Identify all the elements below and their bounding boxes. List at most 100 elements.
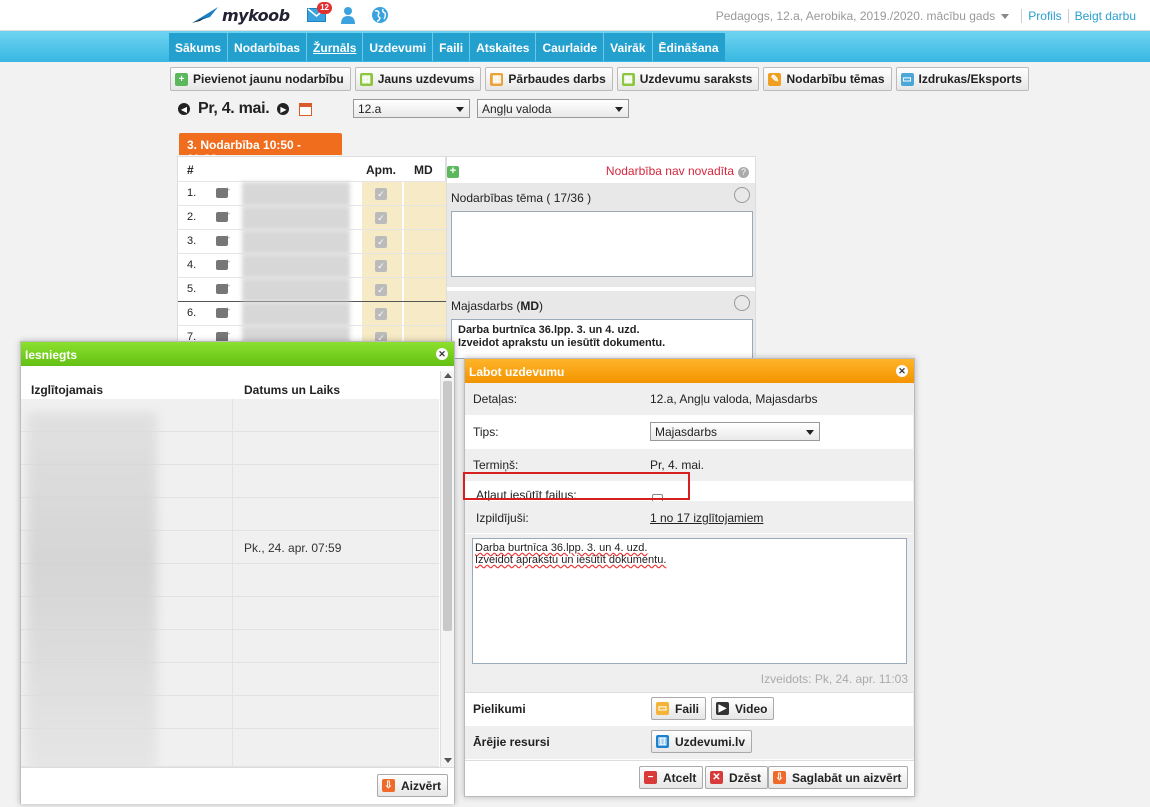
chevron-down-icon bbox=[806, 430, 814, 435]
homework-text: Darba burtnīca 36.lpp. 3. un 4. uzd. Izv… bbox=[458, 324, 666, 349]
uzdevumi-lv-button[interactable]: ▥ Uzdevumi.lv bbox=[651, 730, 753, 753]
video-button[interactable]: ▶ Video bbox=[711, 697, 775, 720]
chevron-down-icon[interactable] bbox=[1001, 13, 1010, 19]
context-selector[interactable]: Pedagogs, 12.a, Aerobika, 2019./2020. mā… bbox=[716, 9, 996, 23]
close-button[interactable]: ⇩ Aizvērt bbox=[376, 774, 448, 797]
row-number: 5. bbox=[187, 283, 197, 295]
scrollbar[interactable] bbox=[440, 371, 454, 767]
external-label: Ārējie resursi bbox=[473, 735, 550, 749]
logout-link[interactable]: Beigt darbu bbox=[1075, 9, 1136, 23]
homework-cell[interactable] bbox=[404, 206, 446, 230]
col-apm: Apm. bbox=[366, 163, 396, 177]
row-number: 3. bbox=[187, 235, 197, 247]
chevron-down-icon bbox=[456, 107, 464, 112]
nav-item-vairak[interactable]: Vairāk bbox=[604, 33, 653, 61]
user-button[interactable] bbox=[338, 5, 358, 25]
table-row: 1. + ✓ bbox=[178, 181, 446, 206]
save-close-button[interactable]: ⇩ Saglabāt un aizvērt bbox=[768, 766, 909, 789]
globe-button[interactable] bbox=[370, 5, 390, 25]
plus-icon: + bbox=[225, 305, 231, 315]
close-icon[interactable]: ✕ bbox=[436, 348, 448, 360]
close-icon[interactable]: ✕ bbox=[896, 365, 908, 377]
table-row: 2. + ✓ bbox=[178, 205, 446, 230]
nav-item-faili[interactable]: Faili bbox=[433, 33, 471, 61]
next-day-button[interactable]: ▶ bbox=[277, 103, 290, 115]
save-close-button-label: Saglabāt un aizvērt bbox=[792, 770, 902, 785]
help-icon[interactable]: ? bbox=[738, 167, 749, 178]
attendance-cell[interactable]: ✓ bbox=[362, 254, 402, 278]
delete-button[interactable]: ✕ Dzēst bbox=[705, 766, 769, 789]
smiley-icon[interactable] bbox=[734, 295, 750, 311]
smiley-icon[interactable] bbox=[734, 187, 750, 203]
test-label: Pārbaudes darbs bbox=[508, 72, 606, 86]
scroll-up-icon[interactable] bbox=[444, 373, 452, 378]
dialog-title: Iesniegts bbox=[25, 348, 78, 362]
add-lesson-button[interactable]: + Pievienot jaunu nodarbību bbox=[170, 67, 351, 91]
prev-day-button[interactable]: ◀ bbox=[178, 103, 190, 115]
nav-item-edinasana[interactable]: Ēdināšana bbox=[653, 33, 725, 61]
class-select[interactable]: 12.a bbox=[353, 99, 470, 118]
homework-input[interactable]: Darba burtnīca 36.lpp. 3. un 4. uzd. Izv… bbox=[451, 319, 753, 359]
test-button[interactable]: ▦ Pārbaudes darbs bbox=[485, 67, 613, 91]
top-icons: 12 bbox=[306, 2, 390, 25]
dialog-title: Labot uzdevumu bbox=[469, 365, 565, 379]
task-list-button[interactable]: ▦ Uzdevumu saraksts bbox=[616, 67, 760, 91]
new-task-button[interactable]: ▦ Jauns uzdevums bbox=[354, 67, 482, 91]
type-select[interactable]: Majasdarbs bbox=[650, 422, 820, 441]
check-icon: ✓ bbox=[375, 236, 387, 248]
deadline-value[interactable]: Pr, 4. mai. bbox=[650, 458, 704, 472]
attendance-cell[interactable]: ✓ bbox=[362, 278, 402, 302]
attendance-cell[interactable]: ✓ bbox=[362, 206, 402, 230]
list-icon: ▦ bbox=[621, 72, 635, 86]
lesson-topics-button[interactable]: ✎ Nodarbību tēmas bbox=[763, 67, 892, 91]
scroll-thumb[interactable] bbox=[443, 381, 452, 631]
nav-item-sakums[interactable]: Sākums bbox=[169, 33, 229, 61]
print-export-button[interactable]: ▭ Izdrukas/Eksports bbox=[895, 67, 1029, 91]
table-row: 3. + ✓ bbox=[178, 229, 446, 254]
calendar-icon[interactable] bbox=[299, 102, 313, 116]
deadline-label: Termiņš: bbox=[473, 458, 519, 472]
student-name bbox=[242, 254, 350, 278]
check-icon: ✓ bbox=[375, 284, 387, 296]
homework-cell[interactable] bbox=[404, 278, 446, 302]
homework-cell[interactable] bbox=[404, 230, 446, 254]
type-row: Tips: Majasdarbs bbox=[465, 416, 913, 449]
add-column-button[interactable]: + bbox=[447, 166, 459, 178]
mykoob-logo[interactable]: mykoob bbox=[190, 4, 290, 26]
cancel-button-label: Atcelt bbox=[663, 770, 697, 785]
row-number: 4. bbox=[187, 259, 197, 271]
cancel-button[interactable]: − Atcelt bbox=[639, 766, 704, 789]
homework-cell[interactable] bbox=[404, 254, 446, 278]
profile-link[interactable]: Profils bbox=[1028, 9, 1061, 23]
lesson-tab[interactable]: 3. Nodarbība 10:50 - 11:30 bbox=[179, 133, 342, 166]
subject-select[interactable]: Angļu valoda bbox=[477, 99, 629, 118]
uzdevumi-lv-label: Uzdevumi.lv bbox=[675, 734, 746, 749]
student-name bbox=[242, 182, 350, 206]
messages-button[interactable]: 12 bbox=[306, 2, 332, 25]
nav-item-uzdevumi[interactable]: Uzdevumi bbox=[363, 33, 434, 61]
topic-input[interactable] bbox=[451, 211, 753, 277]
files-button[interactable]: ▭ Faili bbox=[651, 697, 707, 720]
homework-cell[interactable] bbox=[404, 182, 446, 206]
attendance-cell[interactable]: ✓ bbox=[362, 182, 402, 206]
attendance-cell[interactable]: ✓ bbox=[362, 302, 402, 326]
current-date: Pr, 4. mai. bbox=[198, 100, 270, 117]
homework-cell[interactable] bbox=[404, 302, 446, 326]
nav-item-zurnals[interactable]: Žurnāls bbox=[307, 33, 364, 61]
chevron-down-icon bbox=[615, 107, 623, 112]
homework-label-md: MD bbox=[520, 299, 540, 313]
datetime-cell: Pk., 24. apr. 07:59 bbox=[244, 541, 342, 555]
nav-item-atskaites[interactable]: Atskaites bbox=[470, 33, 537, 61]
description-input[interactable]: Darba burtnīca 36.lpp. 3. un 4. uzd. Izv… bbox=[472, 538, 907, 664]
files-button-label: Faili bbox=[675, 701, 700, 716]
attendance-cell[interactable]: ✓ bbox=[362, 230, 402, 254]
nav-item-caurlaide[interactable]: Caurlaide bbox=[536, 33, 605, 61]
scroll-down-icon[interactable] bbox=[444, 758, 452, 763]
attachments-label: Pielikumi bbox=[473, 702, 526, 716]
dialog-header: Iesniegts ✕ bbox=[21, 342, 454, 366]
completed-link[interactable]: 1 no 17 izglītojamiem bbox=[650, 511, 763, 525]
grid-icon: ▦ bbox=[359, 72, 373, 86]
plus-icon: + bbox=[225, 233, 231, 243]
nav-item-nodarbibas[interactable]: Nodarbības bbox=[228, 33, 308, 61]
student-name bbox=[242, 302, 350, 326]
